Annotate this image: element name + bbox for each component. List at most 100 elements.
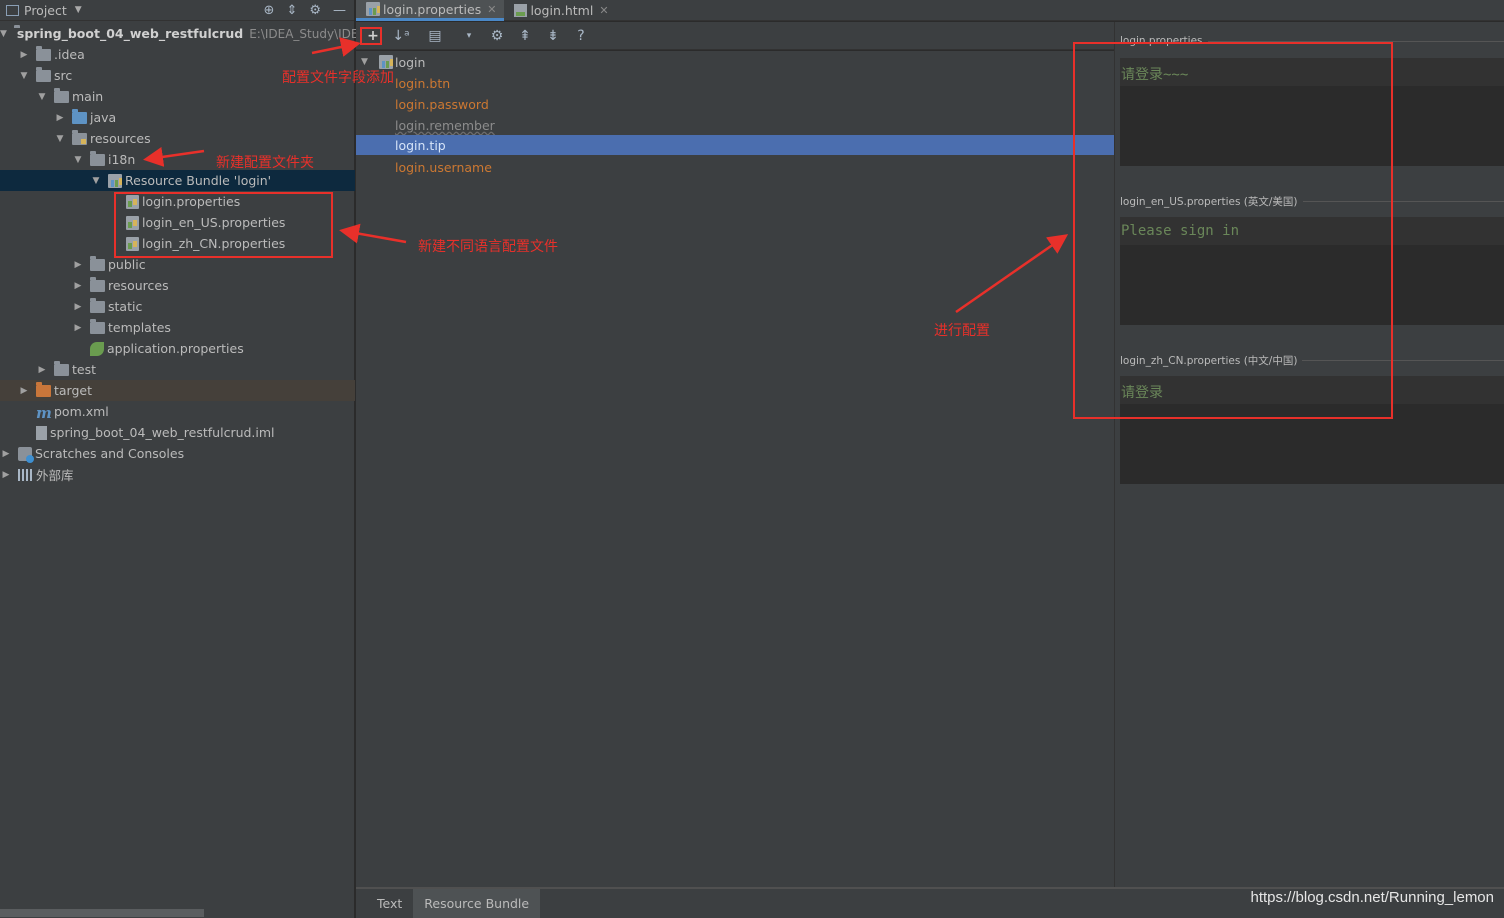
expand-arrow-icon[interactable]: ▶ <box>72 302 84 312</box>
close-icon[interactable]: ✕ <box>599 4 608 17</box>
property-key-row[interactable]: login.password <box>356 94 1114 114</box>
expand-arrow-icon[interactable]: ▶ <box>0 449 12 459</box>
tree-item-main[interactable]: ▼ main <box>0 86 355 107</box>
gear-icon[interactable]: ⚙ <box>488 28 506 44</box>
expand-arrow-icon[interactable]: ▶ <box>54 113 66 123</box>
tree-item-label: resources <box>90 131 151 146</box>
collapse-all-icon[interactable]: ⇕ <box>286 3 297 18</box>
tab-text[interactable]: Text <box>366 889 413 918</box>
watermark: https://blog.csdn.net/Running_lemon <box>1250 889 1495 906</box>
module-file-icon <box>36 425 47 440</box>
expand-arrow-icon[interactable]: ▶ <box>0 470 12 480</box>
project-view-icon <box>6 4 19 16</box>
properties-file-icon <box>366 2 380 16</box>
expand-arrow-icon[interactable]: ▶ <box>18 386 30 396</box>
folder-icon <box>36 66 51 82</box>
project-view-selector[interactable]: Project <box>24 3 67 18</box>
expand-arrow-icon[interactable]: ▼ <box>90 176 102 186</box>
folder-icon <box>90 150 105 166</box>
close-icon[interactable]: ✕ <box>487 3 496 16</box>
property-key-row[interactable]: login.username <box>356 157 1114 177</box>
expand-arrow-icon[interactable]: ▶ <box>36 365 48 375</box>
tree-item-label: src <box>54 68 73 83</box>
annotation-box-lang-files <box>114 192 333 258</box>
resource-bundle-icon <box>108 173 122 188</box>
sort-alphabetically-button[interactable]: ↓ᵃ <box>392 28 410 44</box>
tree-item-target[interactable]: ▶ target <box>0 380 355 401</box>
property-key: login.tip <box>395 137 446 153</box>
expand-arrow-icon[interactable]: ▼ <box>72 155 84 165</box>
resource-bundle-toolbar: + ↓ᵃ ▤ ▾ ⚙ ⇞ ⇟ ? <box>356 22 1114 50</box>
hide-icon[interactable]: — <box>333 3 346 18</box>
chevron-down-icon[interactable]: ▼ <box>75 5 82 15</box>
expand-arrow-icon[interactable]: ▶ <box>18 50 30 60</box>
resources-folder-icon <box>72 129 87 145</box>
property-key-row[interactable]: login.remember <box>356 115 1114 135</box>
expand-arrow-icon[interactable]: ▼ <box>18 71 30 81</box>
expand-all-icon[interactable]: ⇞ <box>516 28 534 44</box>
horizontal-scrollbar[interactable] <box>0 909 204 917</box>
maven-icon: m <box>36 403 52 422</box>
tree-item-external-libraries[interactable]: ▶ 外部库 <box>0 464 355 485</box>
expand-arrow-icon[interactable]: ▶ <box>72 323 84 333</box>
tree-item-label: 外部库 <box>36 468 74 483</box>
folder-icon <box>54 87 69 103</box>
gear-icon[interactable]: ⚙ <box>309 3 321 18</box>
group-by-prefix-button[interactable]: ▤ <box>426 28 444 44</box>
expand-arrow-icon[interactable]: ▼ <box>36 92 48 102</box>
expand-arrow-icon[interactable]: ▼ <box>361 57 368 67</box>
tree-item-label: templates <box>108 320 171 335</box>
scratches-icon <box>18 446 34 463</box>
tab-login-properties[interactable]: login.properties ✕ <box>356 0 505 21</box>
tree-item-login-group[interactable]: ▼ login <box>356 52 1114 72</box>
tree-item-label: test <box>72 362 97 377</box>
tree-item-idea[interactable]: ▶ .idea <box>0 44 355 65</box>
property-key-row[interactable]: login.btn <box>356 73 1114 93</box>
tree-item-label: i18n <box>108 152 136 167</box>
tree-item-scratches[interactable]: ▶ Scratches and Consoles <box>0 443 355 464</box>
folder-icon <box>90 255 105 271</box>
excluded-folder-icon <box>36 381 51 397</box>
project-panel: Project ▼ ⊕ ⇕ ⚙ — ▼ spring_boot_04_web_r… <box>0 0 367 918</box>
tree-item-templates[interactable]: ▶ templates <box>0 317 355 338</box>
tree-item-pom[interactable]: m pom.xml <box>0 401 355 422</box>
tree-item-resource-bundle[interactable]: ▼ Resource Bundle 'login' <box>0 170 355 191</box>
tree-item-label: pom.xml <box>54 404 109 419</box>
tree-item-static[interactable]: ▶ static <box>0 296 355 317</box>
expand-arrow-icon[interactable]: ▶ <box>72 260 84 270</box>
source-folder-icon <box>72 108 87 124</box>
libraries-icon <box>18 468 33 481</box>
tree-item-test[interactable]: ▶ test <box>0 359 355 380</box>
tree-item-label: public <box>108 257 146 272</box>
tree-item-label: main <box>72 89 104 104</box>
tree-item-resources-sub[interactable]: ▶ resources <box>0 275 355 296</box>
tree-item-label: Scratches and Consoles <box>35 446 185 461</box>
folder-icon <box>90 297 105 313</box>
expand-arrow-icon[interactable]: ▶ <box>72 281 84 291</box>
project-panel-header: Project ▼ ⊕ ⇕ ⚙ — <box>0 0 354 21</box>
collapse-all-icon[interactable]: ⇟ <box>544 28 562 44</box>
folder-icon <box>90 276 105 292</box>
tree-item-label: target <box>54 383 93 398</box>
property-key: login.password <box>395 96 489 112</box>
annotation-add-field: 配置文件字段添加 <box>282 70 394 86</box>
tab-login-html[interactable]: login.html ✕ <box>504 0 616 21</box>
property-key-row-selected[interactable]: login.tip <box>356 135 1114 155</box>
tree-item-resources[interactable]: ▼ resources <box>0 128 355 149</box>
tree-item-java[interactable]: ▶ java <box>0 107 355 128</box>
tree-item-application-properties[interactable]: application.properties <box>0 338 355 359</box>
project-path: E:\IDEA_Study\IDEA <box>249 26 367 41</box>
tree-item-project-root[interactable]: ▼ spring_boot_04_web_restfulcrud E:\IDEA… <box>0 23 367 44</box>
help-button[interactable]: ? <box>572 28 590 44</box>
expand-arrow-icon[interactable]: ▼ <box>54 134 66 144</box>
tree-item-iml[interactable]: spring_boot_04_web_restfulcrud.iml <box>0 422 355 443</box>
tree-item-label: application.properties <box>107 341 244 356</box>
locate-icon[interactable]: ⊕ <box>264 3 275 18</box>
tree-item-label: spring_boot_04_web_restfulcrud <box>16 26 244 41</box>
property-key: login.btn <box>395 75 451 91</box>
chevron-down-icon[interactable]: ▾ <box>460 31 478 41</box>
expand-arrow-icon[interactable]: ▼ <box>0 29 7 39</box>
tree-item-label: .idea <box>54 47 85 62</box>
property-key: login.username <box>395 159 492 175</box>
tab-resource-bundle[interactable]: Resource Bundle <box>413 889 541 918</box>
